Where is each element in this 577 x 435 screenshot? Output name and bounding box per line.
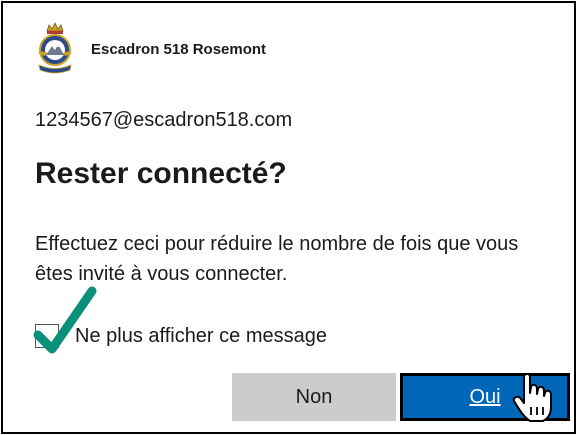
checkmark-icon: [33, 286, 97, 354]
header: Escadron 518 Rosemont: [33, 21, 266, 77]
page-title: Rester connecté?: [35, 157, 287, 190]
account-email: 1234567@escadron518.com: [35, 109, 293, 131]
dont-show-again-row[interactable]: Ne plus afficher ce message: [33, 286, 327, 354]
no-button[interactable]: Non: [232, 373, 396, 421]
dont-show-again-label: Ne plus afficher ce message: [75, 324, 327, 347]
organization-name: Escadron 518 Rosemont: [91, 40, 267, 58]
no-button-label: Non: [295, 385, 333, 408]
dont-show-again-checkbox[interactable]: [33, 286, 97, 354]
yes-button-label: Oui: [469, 385, 501, 408]
dialog-description: Effectuez ceci pour réduire le nombre de…: [35, 233, 519, 285]
stay-signed-in-dialog: Escadron 518 Rosemont 1234567@escadron51…: [1, 1, 576, 434]
hand-pointer-cursor-icon: [512, 373, 552, 422]
squadron-crest-logo: [38, 22, 72, 74]
